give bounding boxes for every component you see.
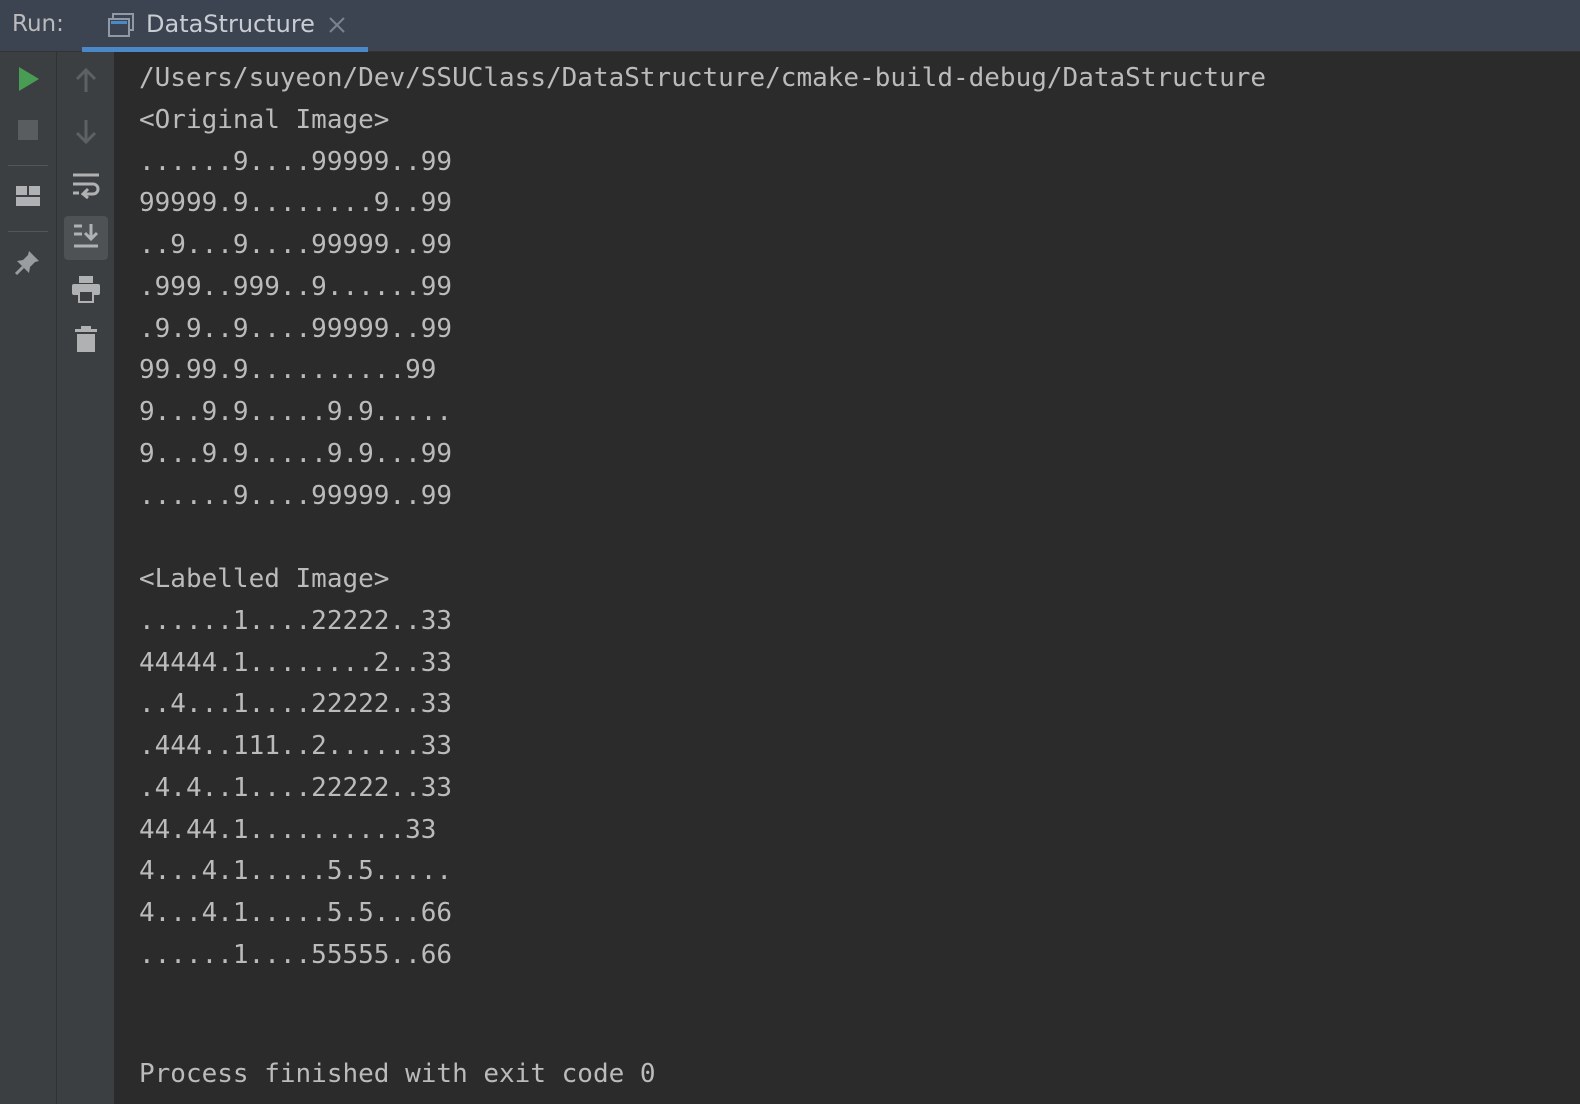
print-button[interactable] — [64, 269, 108, 313]
layout-icon — [15, 185, 41, 211]
trash-icon — [74, 325, 98, 357]
arrow-down-icon — [74, 118, 98, 150]
toolbar-separator — [8, 231, 48, 232]
soft-wrap-button[interactable] — [64, 165, 108, 209]
original-row: 99999.9........9..99 — [139, 188, 453, 219]
stop-button[interactable] — [6, 110, 50, 154]
clear-all-button[interactable] — [64, 319, 108, 363]
close-icon[interactable] — [326, 14, 348, 36]
run-toolbar-secondary — [57, 52, 115, 1104]
restore-layout-button[interactable] — [6, 176, 50, 220]
arrow-up-icon — [74, 66, 98, 98]
ide-window: Run: DataStructure /Users/suyeon/Dev/SSU… — [0, 0, 1580, 1104]
labelled-row: 4...4.1.....5.5..... — [139, 856, 453, 887]
original-row: 99.99.9..........99 — [139, 355, 437, 386]
labelled-row: ......1....55555..66 — [139, 939, 453, 970]
run-toolbar-primary — [0, 52, 57, 1104]
console-output[interactable]: /Users/suyeon/Dev/SSUClass/DataStructure… — [115, 52, 1580, 1104]
original-image-header: <Original Image> — [139, 104, 390, 135]
labelled-row: ......1....22222..33 — [139, 605, 453, 636]
process-exit-message: Process finished with exit code 0 — [139, 1059, 656, 1089]
tab-datastructure[interactable]: DataStructure — [82, 0, 368, 52]
pin-icon — [14, 248, 42, 280]
original-row: 9...9.9.....9.9...99 — [139, 438, 453, 469]
console-lines: /Users/suyeon/Dev/SSUClass/DataStructure… — [139, 58, 1266, 977]
run-icon — [15, 65, 41, 97]
labelled-row: .4.4..1....22222..33 — [139, 772, 453, 803]
soft-wrap-icon — [71, 171, 101, 203]
print-icon — [71, 275, 101, 307]
console-path-line: /Users/suyeon/Dev/SSUClass/DataStructure… — [139, 63, 1267, 93]
previous-occurrence-button[interactable] — [64, 60, 108, 104]
tab-title: DataStructure — [146, 10, 315, 38]
rerun-button[interactable] — [6, 59, 50, 103]
labelled-row: ..4...1....22222..33 — [139, 689, 453, 720]
labelled-image-header: <Labelled Image> — [139, 564, 390, 594]
pin-tab-button[interactable] — [6, 242, 50, 286]
labelled-row: 44.44.1..........33 — [139, 814, 437, 845]
scroll-to-end-icon — [72, 222, 100, 254]
next-occurrence-button[interactable] — [64, 112, 108, 156]
original-row: ......9....99999..99 — [139, 146, 453, 177]
labelled-row: 4...4.1.....5.5...66 — [139, 898, 453, 928]
run-tool-window-header: Run: DataStructure — [0, 0, 1580, 52]
labelled-row: 44444.1........2..33 — [139, 647, 453, 678]
original-row: ......9....99999..99 — [139, 480, 453, 511]
original-row: .999..999..9......99 — [139, 271, 453, 302]
blank-line — [139, 517, 1266, 559]
scroll-to-end-button[interactable] — [64, 216, 108, 260]
stop-icon — [16, 118, 40, 146]
console-window-icon — [108, 13, 134, 37]
run-label: Run: — [12, 11, 64, 37]
labelled-row: .444..111..2......33 — [139, 731, 453, 761]
original-row: 9...9.9.....9.9..... — [139, 397, 453, 427]
toolbar-separator — [8, 165, 48, 166]
original-row: ..9...9....99999..99 — [139, 230, 453, 260]
original-row: .9.9..9....99999..99 — [139, 313, 453, 344]
